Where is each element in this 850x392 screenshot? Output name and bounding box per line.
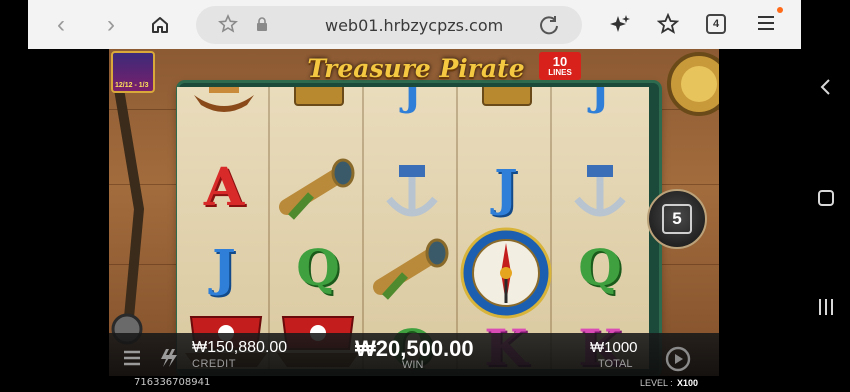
- reel-5: J Q K: [553, 87, 646, 369]
- turbo-icon[interactable]: [155, 345, 181, 371]
- total-bet-value[interactable]: ₩1000: [590, 339, 638, 356]
- level-value: X100: [677, 378, 699, 388]
- tab-count-button[interactable]: 4: [706, 14, 726, 34]
- letter-Q-symbol: Q: [296, 237, 340, 297]
- anchor-symbol: [377, 157, 447, 227]
- autoplay-icon[interactable]: [664, 345, 692, 373]
- letter-J-symbol: J: [590, 87, 610, 115]
- compass-symbol: [459, 225, 553, 321]
- credit-value: ₩150,880.00: [192, 339, 288, 356]
- reel-4: J K: [459, 87, 552, 369]
- round-serial: 716336708941: [134, 377, 211, 388]
- home-icon[interactable]: [147, 12, 173, 38]
- sparkle-icon[interactable]: [610, 14, 630, 39]
- total-bet-label: TOTAL: [598, 358, 633, 370]
- lines-number: 10: [552, 53, 568, 69]
- reel-area: A J Q J J J Q: [177, 87, 649, 369]
- event-badge-text: 12/12 - 1/3: [115, 82, 149, 89]
- nav-home-icon[interactable]: [818, 190, 834, 211]
- letter-J-symbol: J: [402, 87, 422, 115]
- game-title: Treasure Pirate: [307, 53, 525, 83]
- nav-recents-icon[interactable]: [818, 298, 834, 321]
- spyglass-symbol: [277, 157, 359, 227]
- url-text: web01.hrbzycpzs.com: [325, 16, 504, 35]
- system-nav-bar: [801, 0, 850, 392]
- credit-label: CREDIT: [192, 358, 236, 370]
- event-badge[interactable]: 12/12 - 1/3: [111, 51, 155, 93]
- screen: ‹ › web01.hrbzycpzs.com 4 A J Q J J J Q …: [0, 0, 850, 392]
- favorites-icon[interactable]: [656, 12, 680, 40]
- reel-2: Q: [271, 87, 364, 369]
- forward-icon[interactable]: ›: [98, 11, 124, 38]
- menu-icon[interactable]: [757, 14, 775, 37]
- address-bar[interactable]: web01.hrbzycpzs.com: [196, 6, 582, 44]
- letter-J-symbol: J: [494, 157, 518, 217]
- slot-game: A J Q J J J Q Treasure Pirate 10 LINES 1…: [109, 49, 719, 392]
- game-logo: Treasure Pirate: [285, 51, 547, 85]
- letter-Q-symbol: Q: [578, 237, 622, 297]
- info-strip: 716336708941 LEVEL : X100: [109, 376, 719, 392]
- lines-badge: 10 LINES: [539, 52, 581, 80]
- bookmark-star-icon[interactable]: [218, 14, 238, 39]
- spyglass-symbol: [371, 237, 453, 307]
- nav-back-icon[interactable]: [818, 78, 832, 101]
- back-icon[interactable]: ‹: [48, 11, 74, 38]
- level-label: LEVEL :: [640, 378, 673, 388]
- lines-label: LINES: [548, 67, 572, 77]
- reload-icon[interactable]: [538, 14, 560, 41]
- reel-1: A J: [177, 87, 270, 369]
- treasure-chest-symbol: [479, 87, 535, 109]
- game-menu-icon[interactable]: [119, 345, 145, 371]
- browser-toolbar: ‹ › web01.hrbzycpzs.com 4: [28, 0, 801, 49]
- letter-A-symbol: A: [203, 156, 245, 218]
- lantern-decoration: [667, 52, 719, 116]
- letter-J-symbol: J: [212, 237, 236, 297]
- notification-dot: [777, 7, 783, 13]
- lock-icon: [256, 17, 268, 37]
- level-select-button[interactable]: 5: [647, 189, 707, 249]
- reel-3: J Q: [365, 87, 458, 369]
- level-select-value: 5: [662, 204, 692, 234]
- sword-decoration: [111, 89, 145, 345]
- treasure-chest-symbol: [291, 87, 347, 109]
- anchor-symbol: [565, 157, 635, 227]
- win-label: WIN: [402, 359, 424, 371]
- ship-symbol: [189, 87, 259, 121]
